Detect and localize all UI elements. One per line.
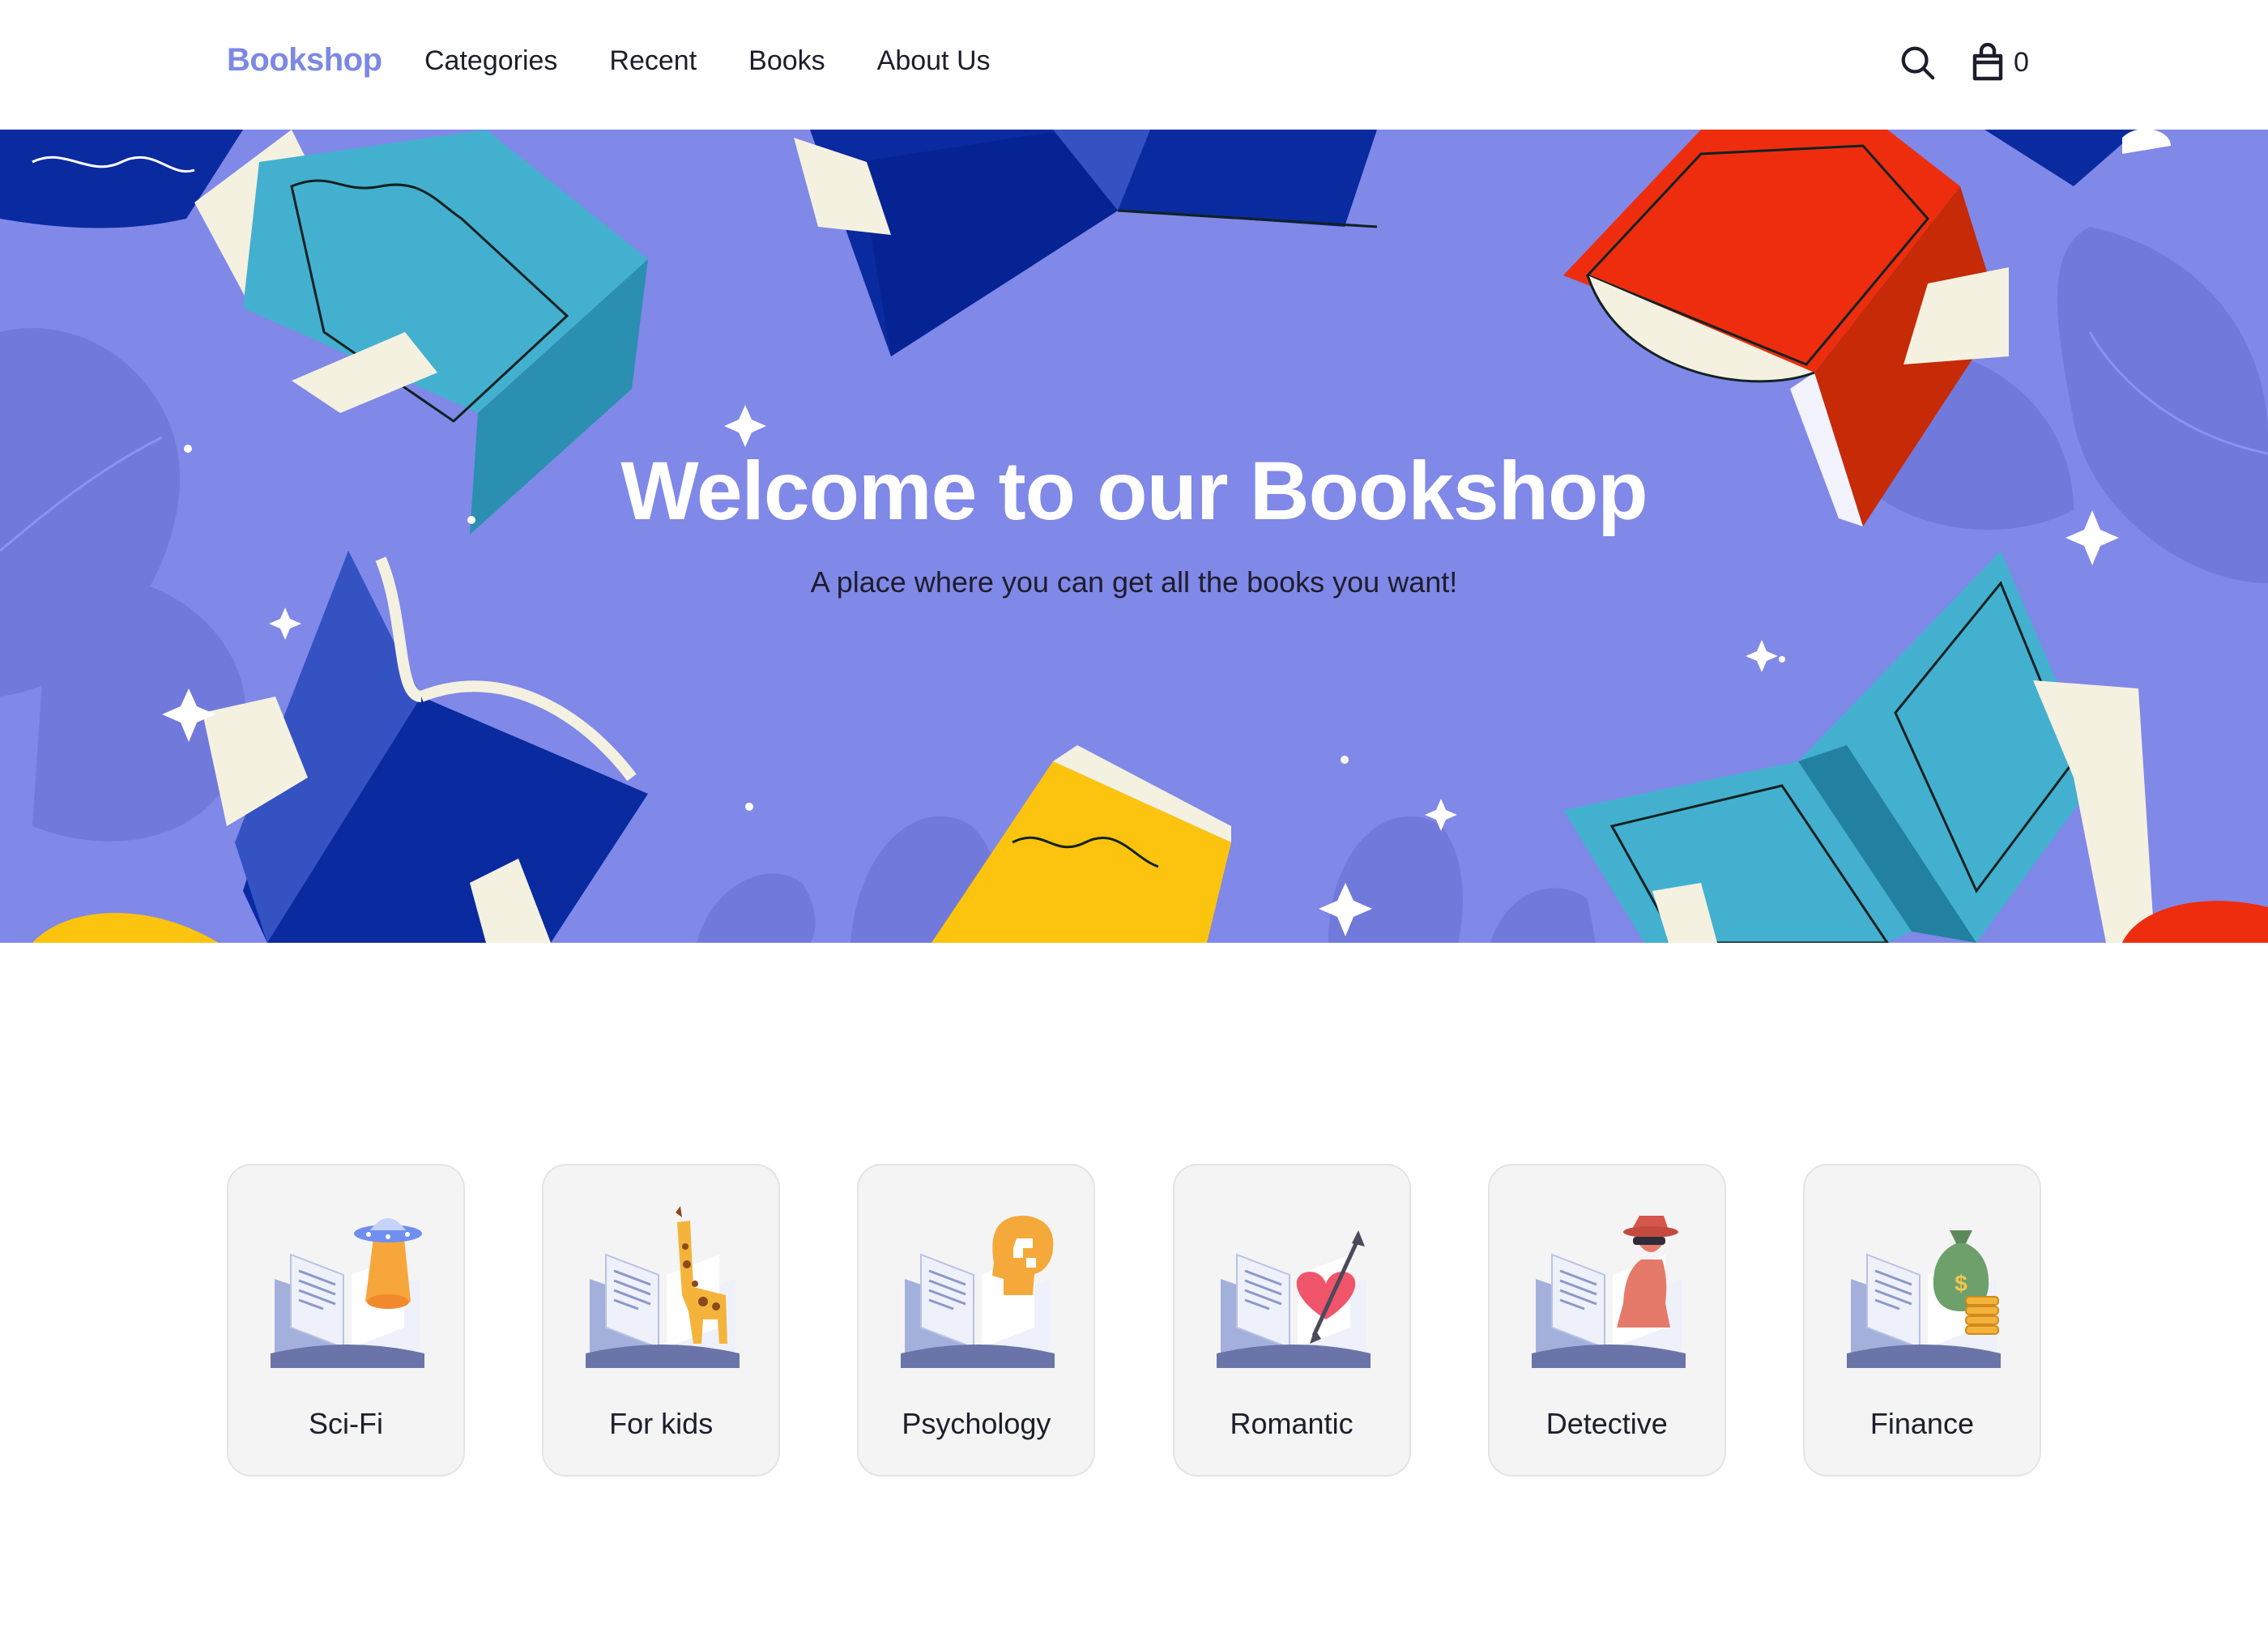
nav-link-categories[interactable]: Categories	[424, 45, 557, 77]
categories-grid: Sci-Fi For kids Psychology Romantic Dete…	[227, 1164, 2041, 1477]
giraffe-book-icon	[586, 1206, 740, 1368]
nav-link-about-us[interactable]: About Us	[877, 45, 991, 77]
category-card-finance[interactable]: $ Finance	[1802, 1164, 2041, 1477]
category-label: Romantic	[1230, 1407, 1354, 1440]
ufo-book-icon	[271, 1218, 424, 1368]
hero-title: Welcome to our Bookshop	[620, 445, 1648, 537]
svg-text:$: $	[1955, 1271, 1967, 1296]
main-nav: Categories Recent Books About Us	[424, 45, 991, 77]
cart-count: 0	[2014, 46, 2029, 78]
category-card-for-kids[interactable]: For kids	[542, 1164, 781, 1477]
heart-arrow-book-icon	[1216, 1230, 1371, 1368]
nav-link-recent[interactable]: Recent	[609, 45, 697, 77]
money-bag-book-icon: $	[1846, 1230, 2001, 1368]
head-puzzle-book-icon	[901, 1215, 1055, 1368]
category-card-romantic[interactable]: Romantic	[1172, 1164, 1411, 1477]
category-card-detective[interactable]: Detective	[1487, 1164, 1726, 1477]
category-label: Finance	[1869, 1407, 1974, 1440]
brand-logo-link[interactable]: Bookshop	[227, 42, 382, 79]
category-label: For kids	[609, 1407, 714, 1440]
category-label: Sci-Fi	[309, 1407, 383, 1440]
nav-link-books[interactable]: Books	[748, 45, 825, 77]
hero-subtitle: A place where you can get all the books …	[810, 565, 1458, 599]
detective-book-icon	[1531, 1216, 1686, 1368]
category-card-sci-fi[interactable]: Sci-Fi	[227, 1164, 465, 1477]
nav-actions: 0	[1895, 40, 2029, 84]
hero-banner: Welcome to our Bookshop A place where yo…	[0, 130, 2268, 943]
cart-button[interactable]: 0	[1970, 43, 2029, 82]
shopping-bag-icon	[1972, 43, 2003, 81]
search-button[interactable]	[1895, 40, 1939, 84]
category-label: Detective	[1545, 1407, 1668, 1440]
search-icon	[1901, 46, 1935, 80]
top-navbar: Bookshop Categories Recent Books About U…	[0, 0, 2268, 130]
category-label: Psychology	[902, 1407, 1051, 1440]
category-card-psychology[interactable]: Psychology	[857, 1164, 1096, 1477]
